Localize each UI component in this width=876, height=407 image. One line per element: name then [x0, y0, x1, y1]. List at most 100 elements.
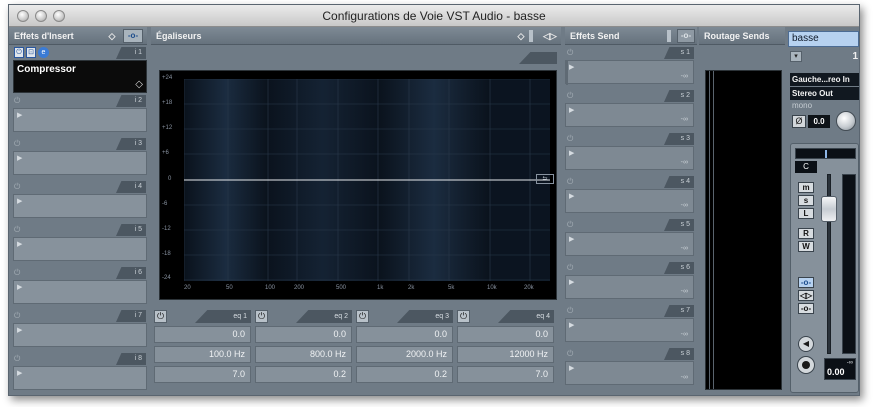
power-icon[interactable]: ⏻: [14, 268, 25, 278]
insert-slot-8-header: ⏻ i 8: [12, 353, 146, 365]
play-arrow-icon: ▶: [569, 193, 575, 200]
inserts-bypass-toggle[interactable]: -o-: [123, 29, 143, 43]
power-icon[interactable]: ⏻: [14, 182, 25, 192]
send-slot-1[interactable]: ▶ -∞: [565, 60, 694, 85]
eq-plot[interactable]: [184, 79, 550, 281]
power-icon[interactable]: ⏻: [14, 139, 25, 149]
insert-slot-6-header: ⏻ i 6: [12, 267, 146, 279]
divider-handle: [529, 30, 533, 42]
diamond-icon[interactable]: ◇: [135, 79, 143, 90]
power-icon[interactable]: ⏻: [567, 220, 578, 230]
power-icon[interactable]: ⏻: [14, 225, 25, 235]
eq-curve-display-icon[interactable]: ⇆: [536, 174, 554, 184]
diamond-icon[interactable]: ◇: [515, 30, 527, 42]
title-bar: Configurations de Voie VST Audio - basse: [9, 5, 859, 27]
eq-band-1-gain[interactable]: 0.0: [154, 326, 251, 343]
eq-band-4-freq[interactable]: 12000 Hz: [457, 346, 554, 363]
insert-slot-label: i 8: [116, 353, 146, 365]
power-icon[interactable]: ⏻: [356, 310, 369, 323]
send-slot-3[interactable]: ▶ -∞: [565, 146, 694, 170]
power-icon[interactable]: ⏻: [457, 310, 470, 323]
power-icon[interactable]: ⏻: [567, 349, 578, 359]
edit-icon[interactable]: e: [38, 47, 49, 58]
power-icon[interactable]: ⏻: [567, 306, 578, 316]
insert-slot-7[interactable]: ▶: [13, 323, 147, 347]
power-icon[interactable]: ⏻: [567, 263, 578, 273]
output-routing-field[interactable]: Stereo Out: [790, 87, 859, 100]
pan-slider[interactable]: [795, 148, 856, 159]
write-automation-button[interactable]: W: [798, 241, 814, 252]
eq-bypass-icon[interactable]: ◁▷: [543, 30, 557, 42]
eq-band-3-q[interactable]: 0.2: [356, 366, 453, 383]
listen-button[interactable]: L: [798, 208, 814, 219]
send-slot-2[interactable]: ▶ -∞: [565, 103, 694, 127]
eq-band-2-freq[interactable]: 800.0 Hz: [255, 346, 352, 363]
insert-slot-2[interactable]: ▶: [13, 108, 147, 132]
power-icon[interactable]: ⏻: [567, 177, 578, 187]
power-icon[interactable]: ⏻: [14, 47, 24, 58]
diamond-icon[interactable]: ◇: [106, 30, 118, 42]
send-slot-5[interactable]: ▶ -∞: [565, 232, 694, 256]
eq-band-1-freq[interactable]: 100.0 Hz: [154, 346, 251, 363]
power-icon[interactable]: ⏻: [154, 310, 167, 323]
send-slot-8[interactable]: ▶ -∞: [565, 361, 694, 385]
input-routing-field[interactable]: Gauche...reo In: [790, 73, 859, 86]
input-gain-value[interactable]: 0.0: [808, 115, 830, 128]
send-routing-display[interactable]: [705, 70, 782, 390]
read-automation-button[interactable]: R: [798, 228, 814, 239]
power-icon[interactable]: ⏻: [567, 134, 578, 144]
eq-band-1-q[interactable]: 7.0: [154, 366, 251, 383]
peak-value: -∞: [846, 360, 853, 366]
insert-slot-label: i 1: [116, 47, 146, 59]
volume-fader-handle[interactable]: [821, 196, 837, 222]
eq-band-2-gain[interactable]: 0.0: [255, 326, 352, 343]
chevron-down-icon[interactable]: ▾: [790, 51, 802, 62]
record-enable-button[interactable]: [797, 356, 815, 374]
send-slot-7[interactable]: ▶ -∞: [565, 318, 694, 342]
bypass-icon[interactable]: ⊡: [26, 47, 36, 58]
power-icon[interactable]: ⏻: [14, 311, 25, 321]
eq-band-3-freq[interactable]: 2000.0 Hz: [356, 346, 453, 363]
mute-button[interactable]: m: [798, 182, 814, 193]
power-icon[interactable]: ⏻: [14, 96, 25, 106]
eq-bypass-button[interactable]: ◁▷: [798, 290, 814, 301]
plugin-name: Compressor: [17, 64, 76, 75]
sends-bypass-toggle[interactable]: -o-: [677, 29, 695, 43]
insert-slot-5-header: ⏻ i 5: [12, 224, 146, 236]
insert-slot-4[interactable]: ▶: [13, 194, 147, 218]
eq-band-4-gain[interactable]: 0.0: [457, 326, 554, 343]
insert-bypass-button[interactable]: -o-: [798, 277, 814, 288]
send-slot-label: s 2: [664, 90, 694, 102]
monitor-icon[interactable]: ◀: [798, 336, 814, 352]
x-tick-label: 500: [336, 285, 347, 291]
power-icon[interactable]: ⏻: [14, 354, 25, 364]
eq-band-3-header: ⏻ eq 3: [356, 310, 453, 323]
insert-slot-1-plugin[interactable]: Compressor ◇: [13, 60, 147, 93]
play-arrow-icon: ▶: [17, 112, 23, 119]
play-arrow-icon: ▶: [17, 327, 23, 334]
play-arrow-icon: ▶: [569, 236, 575, 243]
volume-readout[interactable]: -∞ 0.00: [824, 358, 856, 380]
insert-slot-3[interactable]: ▶: [13, 151, 147, 175]
eq-band-3-gain[interactable]: 0.0: [356, 326, 453, 343]
phase-invert-icon[interactable]: Ø: [792, 115, 806, 128]
eq-graph[interactable]: +24 +18 +12 +6 0 -6 -12 -18 -24 20 50 10…: [159, 70, 557, 300]
power-icon[interactable]: ⏻: [567, 91, 578, 101]
eq-band-4-q[interactable]: 7.0: [457, 366, 554, 383]
sends-bypass-button[interactable]: -o-: [798, 303, 814, 314]
insert-slot-6[interactable]: ▶: [13, 280, 147, 304]
insert-slot-label: i 7: [116, 310, 146, 322]
power-icon[interactable]: ⏻: [567, 48, 578, 58]
send-slot-4[interactable]: ▶ -∞: [565, 189, 694, 213]
insert-slot-8[interactable]: ▶: [13, 366, 147, 390]
power-icon[interactable]: ⏻: [255, 310, 268, 323]
solo-button[interactable]: s: [798, 195, 814, 206]
routing-title: Routage Sends: [704, 31, 770, 41]
input-gain-knob[interactable]: [836, 111, 856, 131]
channel-name-field[interactable]: basse: [788, 31, 859, 47]
send-slot-6[interactable]: ▶ -∞: [565, 275, 694, 299]
insert-slot-5[interactable]: ▶: [13, 237, 147, 261]
eq-band-2-q[interactable]: 0.2: [255, 366, 352, 383]
x-tick-label: 50: [226, 285, 233, 291]
eq-curve-toggle[interactable]: [519, 52, 557, 64]
